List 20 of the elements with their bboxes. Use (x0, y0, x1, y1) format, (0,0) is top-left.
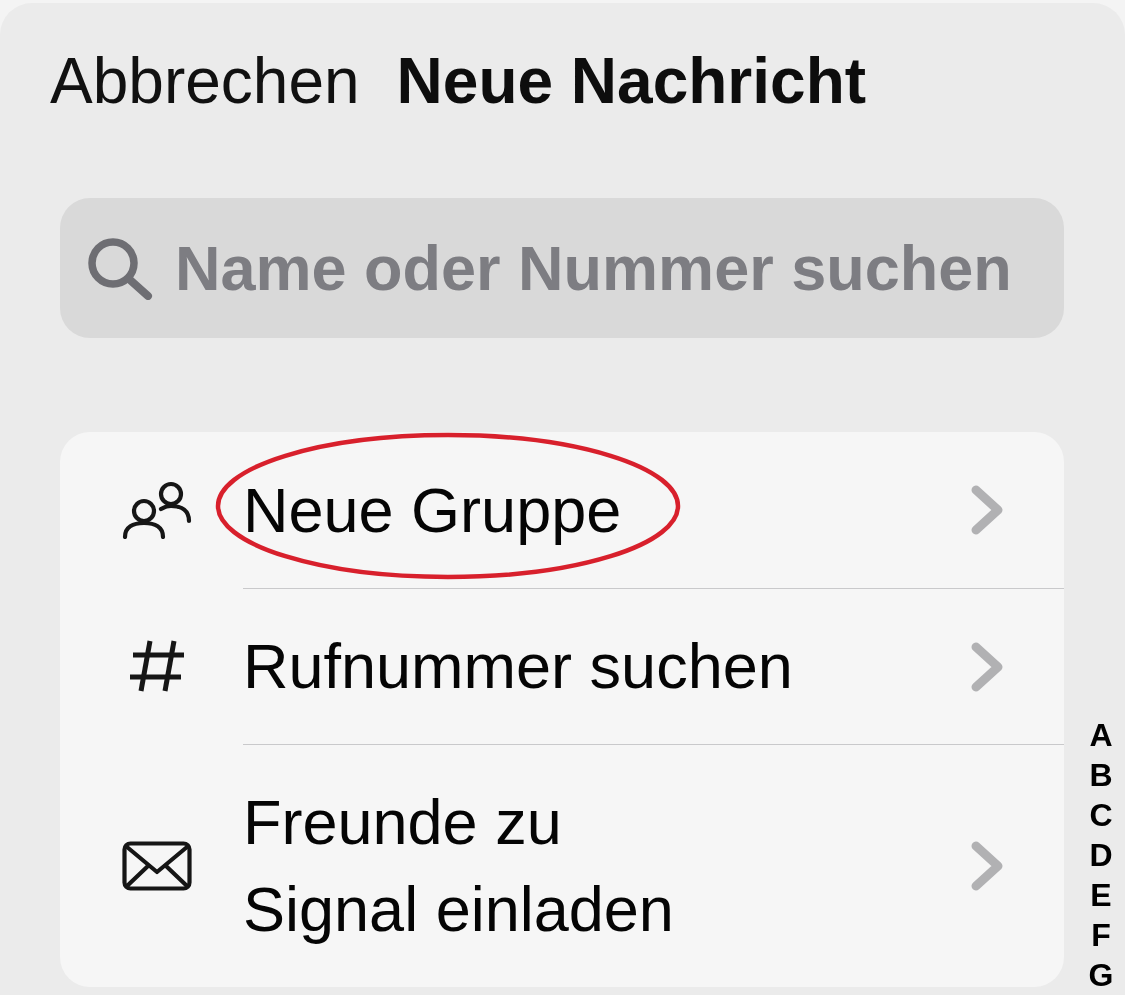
sheet-title: Neue Nachricht (396, 44, 867, 119)
hash-icon (128, 639, 186, 693)
index-letter[interactable]: E (1090, 875, 1112, 915)
index-letter[interactable]: B (1089, 755, 1113, 795)
cancel-button[interactable]: Abbrechen (50, 43, 360, 119)
search-icon (85, 236, 155, 300)
chevron-icon (970, 640, 1004, 693)
search-field[interactable]: Name oder Nummer suchen (60, 198, 1064, 338)
index-letter[interactable]: G (1088, 955, 1114, 995)
menu-row[interactable]: Neue Gruppe (60, 432, 1064, 588)
people-icon (122, 481, 192, 539)
envelope-icon (122, 840, 192, 891)
index-letter[interactable]: A (1089, 715, 1113, 755)
index-letter[interactable]: D (1089, 835, 1113, 875)
chevron-icon (970, 484, 1004, 536)
chevron-icon (970, 840, 1004, 892)
index-letter[interactable]: F (1091, 915, 1111, 955)
index-letter[interactable]: C (1089, 795, 1113, 835)
menu-row[interactable]: Rufnummer suchen (60, 588, 1064, 744)
menu-row[interactable]: Freunde zu Signal einladen (60, 744, 1064, 987)
